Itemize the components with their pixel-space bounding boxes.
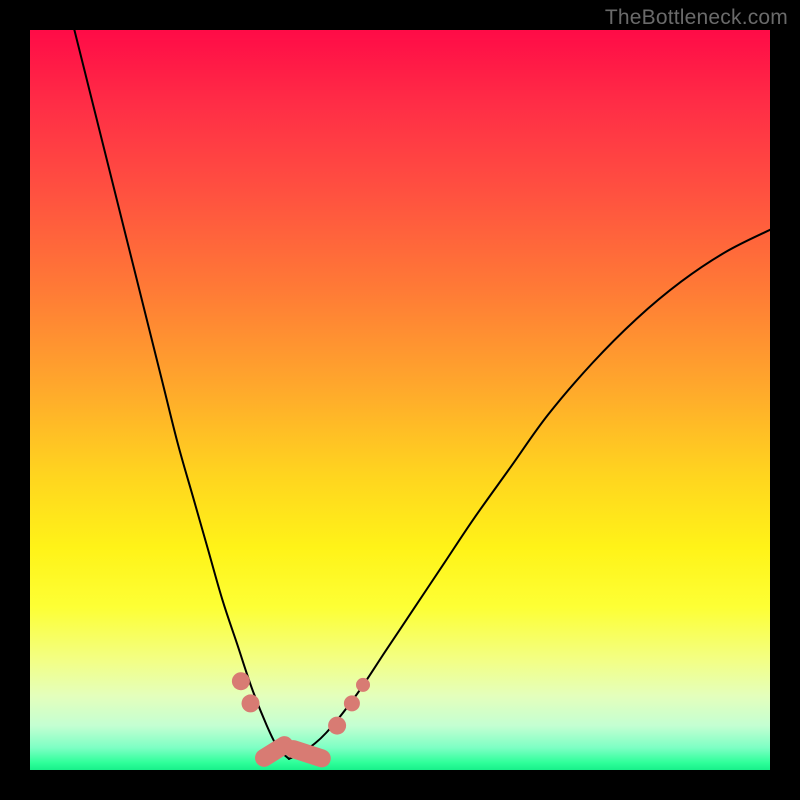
watermark-text: TheBottleneck.com: [605, 6, 788, 30]
curve-left: [74, 30, 289, 759]
marker-dot: [232, 672, 250, 690]
marker-dot: [242, 694, 260, 712]
marker-dot: [356, 678, 370, 692]
curve-markers: [232, 672, 370, 770]
chart-frame: TheBottleneck.com: [0, 0, 800, 800]
chart-overlay: [30, 30, 770, 770]
plot-area: [30, 30, 770, 770]
marker-dot: [328, 717, 346, 735]
marker-pill: [282, 738, 333, 770]
marker-dot: [344, 695, 360, 711]
